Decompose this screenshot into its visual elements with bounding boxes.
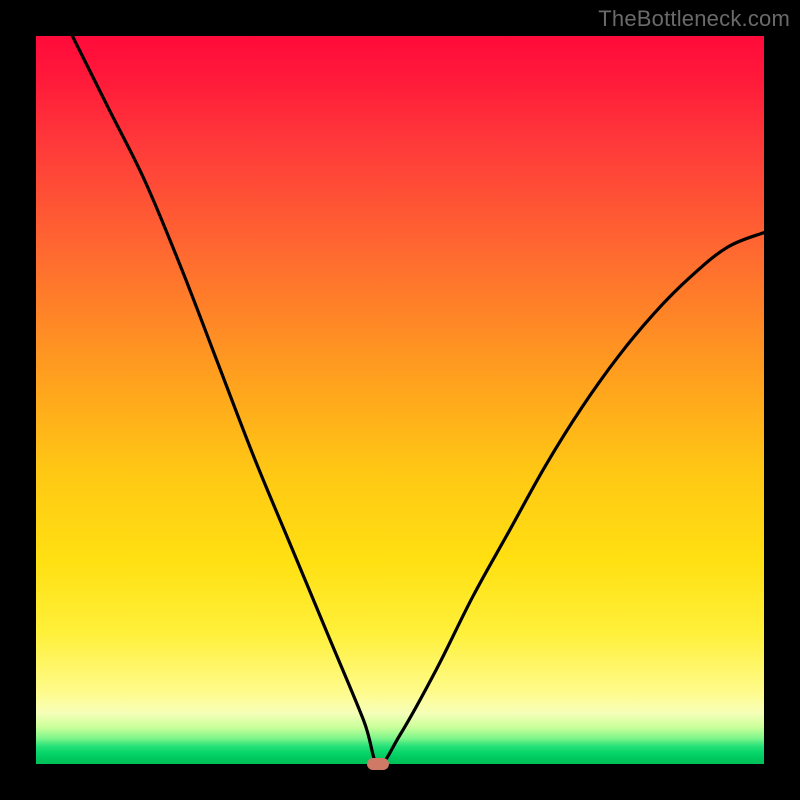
watermark-text: TheBottleneck.com xyxy=(598,6,790,32)
plot-area xyxy=(36,36,764,764)
minimum-marker xyxy=(367,758,389,770)
chart-frame: TheBottleneck.com xyxy=(0,0,800,800)
bottleneck-curve xyxy=(36,36,764,764)
